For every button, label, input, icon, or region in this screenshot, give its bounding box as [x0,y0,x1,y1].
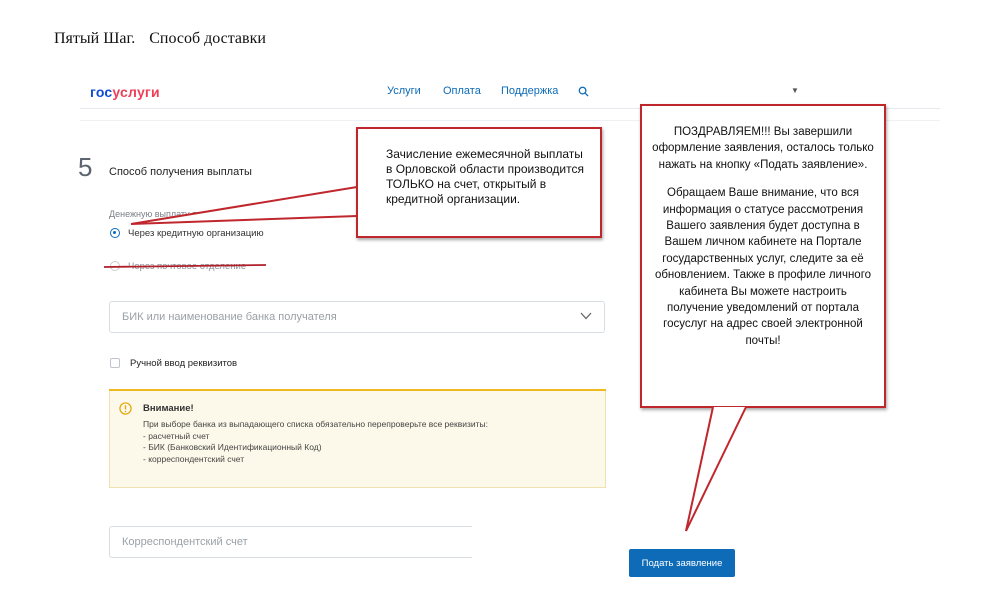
bank-select-placeholder: БИК или наименование банка получателя [122,311,337,323]
nav-support[interactable]: Поддержка [501,85,558,97]
chevron-down-icon[interactable] [580,312,592,320]
logo-gos: гос [90,84,113,100]
warning-text: При выборе банка из выпадающего списка о… [143,419,488,465]
step-title: Способ получения выплаты [109,166,252,178]
congrats-text: ПОЗДРАВЛЯЕМ!!! Вы завершили оформление з… [650,124,876,361]
info-paragraph: Обращаем Ваше внимание, что вся информац… [654,187,872,347]
payment-method-label: Денежную выплату прошу выплачивать [109,209,276,219]
radio-bank[interactable] [110,228,120,238]
step-number: 5 [78,152,93,182]
option-post-label[interactable]: Через почтовое отделение [128,261,246,272]
document-title: Пятый Шаг. Способ доставки [54,30,266,48]
option-bank-label[interactable]: Через кредитную организацию [128,228,264,239]
logo-uslugi: услуги [112,84,160,100]
warning-line: - расчетный счет [143,430,210,441]
corr-account-placeholder: Корреспондентский счет [122,536,248,548]
submit-button[interactable]: Подать заявление [629,549,735,577]
congrats-paragraph: ПОЗДРАВЛЯЕМ!!! Вы завершили оформление з… [652,126,874,171]
radio-post[interactable] [110,261,120,271]
section-caption: Способ доставки [149,30,266,47]
gosuslugi-logo[interactable]: госуслуги [90,84,160,100]
warning-line: - БИК (Банковский Идентификационный Код) [143,442,322,452]
warning-title: Внимание! [143,403,194,414]
payment-note-text: Зачисление ежемесячной выплаты в Орловск… [386,147,584,206]
search-icon[interactable] [578,86,589,97]
nav-services[interactable]: Услуги [387,85,421,97]
manual-entry-checkbox[interactable] [110,358,120,368]
manual-entry-label: Ручной ввод реквизитов [130,358,238,369]
profile-dropdown-icon[interactable]: ▼ [791,86,799,95]
warning-line: При выборе банка из выпадающего списка о… [143,419,489,429]
nav-payment[interactable]: Оплата [443,85,481,97]
warning-line: - корреспондентский счет [143,453,245,464]
step-caption: Пятый Шаг. [54,30,136,47]
warning-icon [119,402,132,415]
